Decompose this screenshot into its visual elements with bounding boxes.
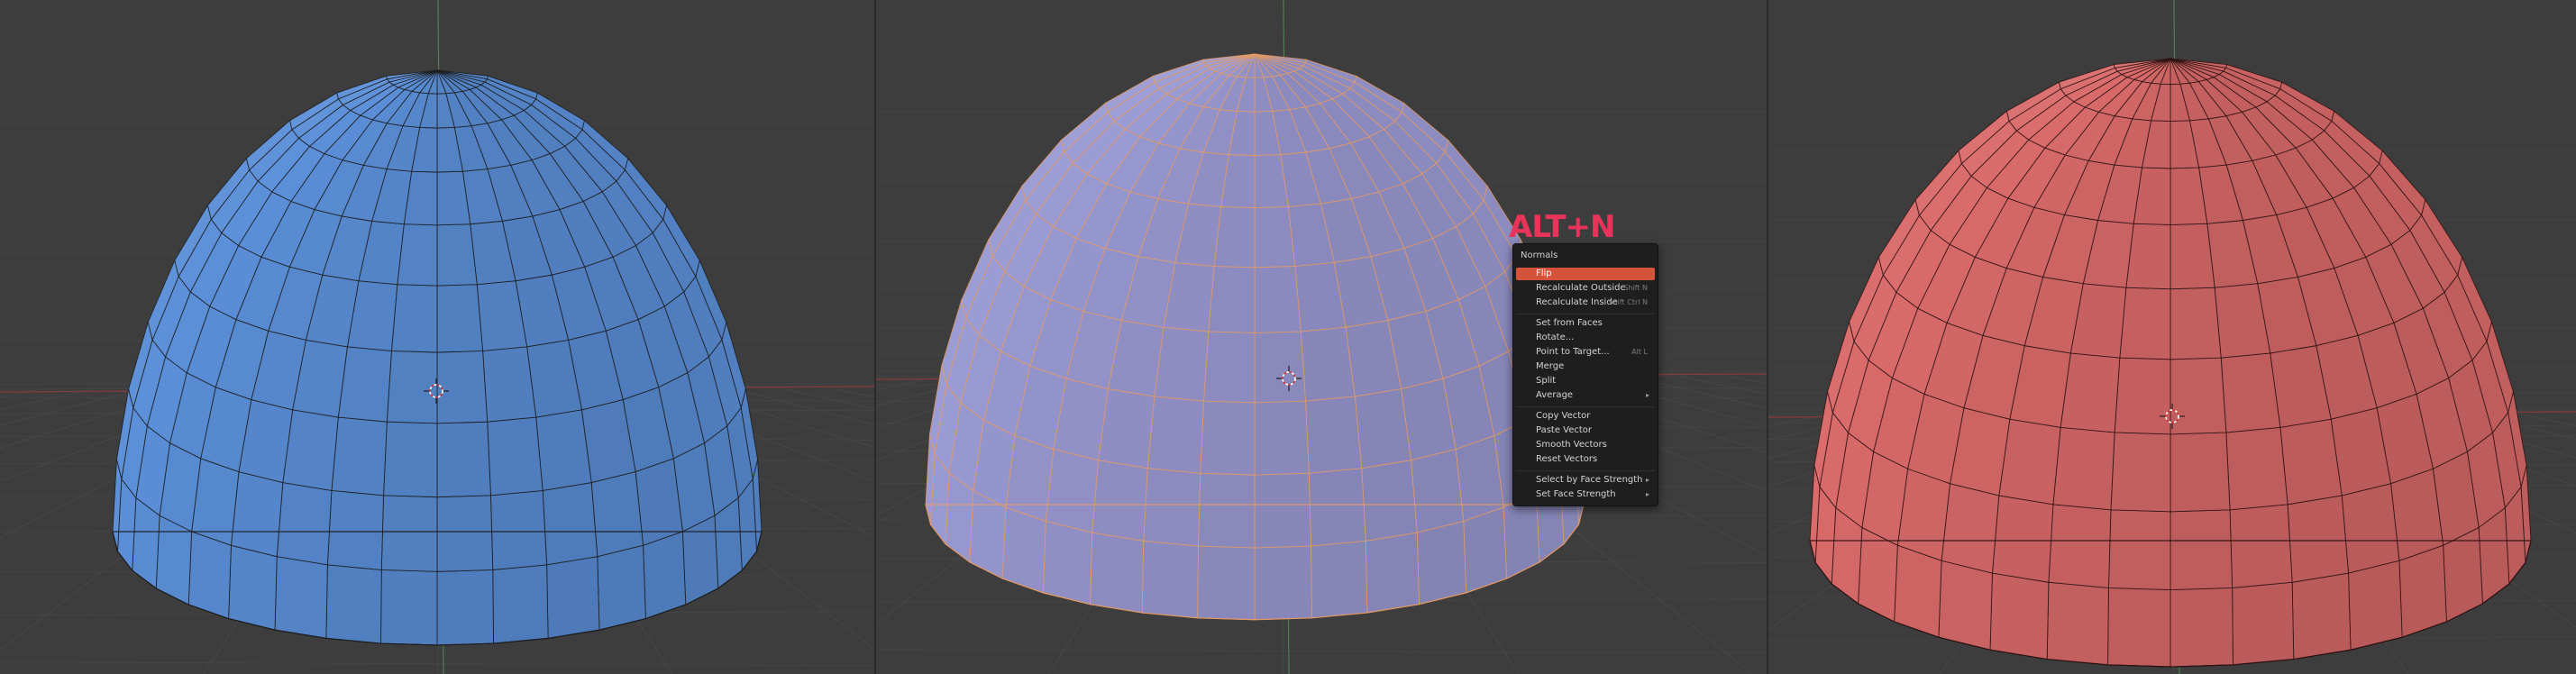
menu-item-copy-vector[interactable]: Copy Vector (1516, 410, 1655, 423)
menu-item-label: Smooth Vectors (1536, 440, 1607, 450)
menu-item-label: Set from Faces (1536, 318, 1603, 328)
menu-separator (1516, 470, 1655, 471)
menu-item-label: Rotate... (1536, 332, 1575, 342)
menu-item-label: Average (1536, 390, 1574, 400)
menu-item-merge[interactable]: Merge (1516, 360, 1655, 373)
menu-separator (1516, 406, 1655, 407)
menu-item-shortcut: Shift N (1623, 284, 1648, 292)
menu-item-label: Flip (1536, 269, 1552, 278)
menu-item-paste-vector[interactable]: Paste Vector (1516, 424, 1655, 437)
submenu-arrow-icon: ▸ (1645, 391, 1649, 399)
menu-item-shortcut: Shift Ctrl N (1608, 298, 1649, 306)
hotkey-label: ALT+N (1509, 209, 1615, 245)
menu-item-label: Split (1536, 376, 1557, 386)
blue-dome-viewport[interactable] (0, 0, 874, 674)
menu-item-set-from-faces[interactable]: Set from Faces (1516, 317, 1655, 330)
menu-item-label: Recalculate Outside (1536, 283, 1626, 293)
menu-item-label: Reset Vectors (1536, 454, 1598, 464)
menu-item-rotate[interactable]: Rotate... (1516, 332, 1655, 344)
menu-item-label: Paste Vector (1536, 425, 1593, 435)
menu-item-select-by-face-strength[interactable]: Select by Face Strength ▸ (1516, 474, 1655, 487)
menu-item-recalculate-inside[interactable]: Recalculate Inside Shift Ctrl N (1516, 296, 1655, 309)
menu-item-smooth-vectors[interactable]: Smooth Vectors (1516, 439, 1655, 451)
menu-item-shortcut: Alt L (1631, 348, 1648, 356)
menu-item-label: Merge (1536, 361, 1565, 371)
menu-item-point-to-target[interactable]: Point to Target... Alt L (1516, 346, 1655, 359)
submenu-arrow-icon: ▸ (1645, 476, 1649, 484)
menu-item-split[interactable]: Split (1516, 375, 1655, 387)
dome-mesh[interactable] (925, 53, 1585, 621)
menu-item-recalculate-outside[interactable]: Recalculate Outside Shift N (1516, 282, 1655, 295)
normals-menu[interactable]: Normals Flip Recalculate Outside Shift N Re… (1512, 243, 1658, 506)
submenu-arrow-icon: ▸ (1645, 490, 1649, 498)
menu-item-flip[interactable]: Flip (1516, 268, 1655, 280)
menu-item-label: Select by Face Strength (1536, 475, 1643, 485)
menu-item-reset-vectors[interactable]: Reset Vectors (1516, 453, 1655, 466)
menu-title: Normals (1521, 250, 1558, 260)
menu-item-label: Copy Vector (1536, 411, 1591, 421)
menu-item-average[interactable]: Average ▸ (1516, 389, 1655, 402)
menu-item-label: Recalculate Inside (1536, 297, 1618, 307)
menu-item-set-face-strength[interactable]: Set Face Strength ▸ (1516, 488, 1655, 501)
dome-mesh[interactable] (112, 69, 763, 646)
menu-item-label: Set Face Strength (1536, 489, 1616, 499)
menu-item-label: Point to Target... (1536, 347, 1610, 357)
red-dome-viewport[interactable] (1768, 0, 2576, 674)
blue-dome-scene (0, 0, 874, 674)
red-dome-scene (1768, 0, 2576, 674)
